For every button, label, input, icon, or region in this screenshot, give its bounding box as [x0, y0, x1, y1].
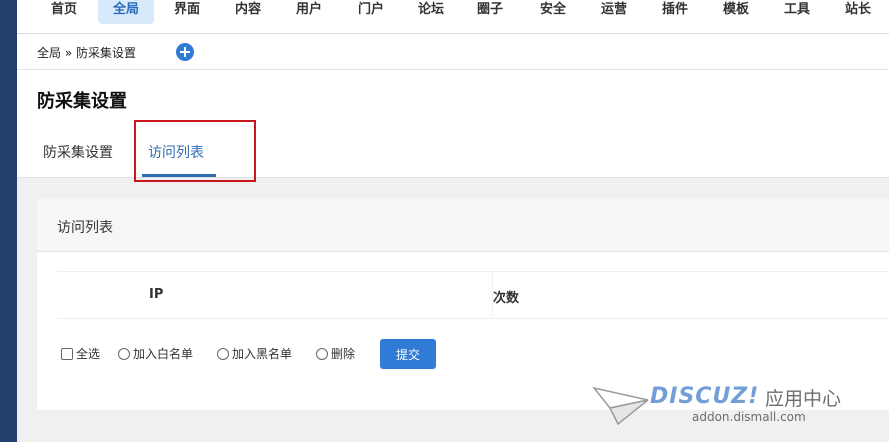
select-all-label: 全选: [76, 347, 101, 361]
nav-item-groups[interactable]: 圈子: [465, 0, 515, 24]
top-navigation: 首页 全局 界面 内容 用户 门户 论坛 圈子 安全 运营 插件 模板 工具 站…: [17, 0, 889, 34]
nav-item-home[interactable]: 首页: [39, 0, 89, 24]
nav-item-plugins[interactable]: 插件: [650, 0, 700, 24]
add-whitelist-label: 加入白名单: [133, 347, 194, 361]
panel-title: 访问列表: [57, 220, 113, 236]
discuz-watermark: DISCUZ! 应用中心 addon.dismall.com: [592, 378, 882, 434]
table-top-divider: [57, 271, 889, 272]
panel-header: 访问列表: [37, 199, 889, 252]
nav-item-templates[interactable]: 模板: [711, 0, 761, 24]
nav-item-tools[interactable]: 工具: [772, 0, 822, 24]
nav-item-global[interactable]: 全局: [98, 0, 154, 24]
add-whitelist-option[interactable]: 加入白名单: [118, 345, 193, 362]
nav-item-security[interactable]: 安全: [528, 0, 578, 24]
breadcrumb: 全局 » 防采集设置: [37, 46, 136, 60]
nav-item-portal[interactable]: 门户: [346, 0, 396, 24]
nav-item-users[interactable]: 用户: [284, 0, 334, 24]
nav-item-forum[interactable]: 论坛: [406, 0, 456, 24]
page-title: 防采集设置: [37, 91, 127, 112]
add-blacklist-label: 加入黑名单: [232, 347, 293, 361]
radio-icon[interactable]: [316, 347, 328, 360]
breadcrumb-bar: 全局 » 防采集设置: [17, 34, 889, 70]
radio-icon[interactable]: [217, 347, 229, 360]
nav-item-operations[interactable]: 运营: [589, 0, 639, 24]
nav-item-content[interactable]: 内容: [223, 0, 273, 24]
delete-option[interactable]: 删除: [316, 345, 355, 362]
delete-label: 删除: [331, 347, 356, 361]
nav-item-webmaster[interactable]: 站长: [833, 0, 883, 24]
add-blacklist-option[interactable]: 加入黑名单: [217, 345, 292, 362]
column-header-count: 次数: [493, 291, 520, 306]
highlight-annotation-box: [134, 120, 256, 182]
tab-anti-scrape-settings[interactable]: 防采集设置: [43, 142, 113, 162]
table-bottom-divider: [57, 318, 889, 319]
left-sidebar-strip: [0, 0, 17, 442]
nav-item-interface[interactable]: 界面: [162, 0, 212, 24]
watermark-suffix: 应用中心: [765, 388, 842, 410]
column-header-ip: IP: [149, 287, 164, 302]
add-shortcut-icon[interactable]: [176, 43, 194, 61]
submit-button[interactable]: 提交: [380, 339, 436, 369]
watermark-url: addon.dismall.com: [692, 410, 806, 424]
radio-icon[interactable]: [118, 347, 130, 360]
watermark-brand: DISCUZ!: [650, 384, 760, 409]
checkbox-icon[interactable]: [61, 347, 73, 360]
select-all-option[interactable]: 全选: [61, 345, 100, 362]
paper-plane-icon: [592, 386, 649, 426]
